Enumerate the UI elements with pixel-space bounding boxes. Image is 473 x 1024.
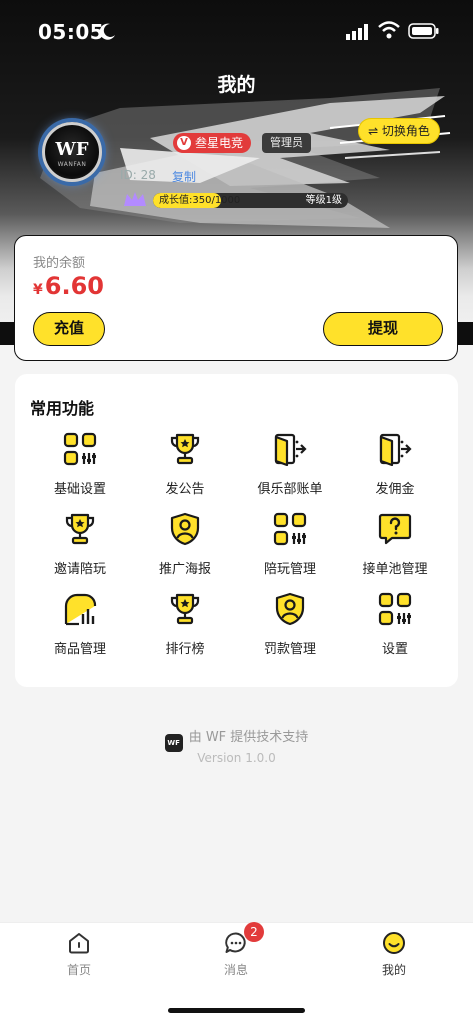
currency-symbol: ¥ — [33, 282, 43, 298]
withdraw-button[interactable]: 提现 — [323, 312, 443, 346]
club-badge: V 叁星电竞 — [173, 133, 252, 153]
function-item[interactable]: 商品管理 — [25, 592, 135, 662]
function-item[interactable]: 罚款管理 — [235, 592, 345, 662]
battery-icon — [408, 23, 439, 39]
function-label: 接单池管理 — [362, 562, 428, 577]
function-label: 邀请陪玩 — [53, 562, 106, 577]
wf-mini-logo-icon: WF — [164, 734, 183, 752]
user-id: ID: 28 — [120, 168, 156, 182]
function-item[interactable]: 发佣金 — [340, 432, 450, 502]
chart-house-icon — [63, 592, 97, 626]
user-shield-icon — [273, 592, 307, 626]
home-indicator — [168, 1008, 305, 1013]
balance-card: 我的余额 ¥6.60 充值 提现 — [14, 235, 458, 361]
function-item[interactable]: 接单池管理 — [340, 512, 450, 582]
recharge-button[interactable]: 充值 — [33, 312, 105, 346]
signal-icon — [346, 24, 368, 40]
tab-messages-label: 消息 — [223, 963, 248, 977]
moon-icon — [99, 23, 115, 40]
role-tag: 管理员 — [262, 133, 311, 153]
question-chat-icon — [378, 512, 412, 546]
level-text: 等级1级 — [305, 195, 342, 206]
growth-progress-bar: 成长值:350/1000 等级1级 — [153, 193, 348, 208]
trophy-icon — [168, 432, 202, 466]
balance-label: 我的余额 — [33, 256, 86, 271]
door-exit-icon — [273, 432, 307, 467]
switch-role-button[interactable]: ⇌ 切换角色 — [358, 118, 440, 144]
function-item[interactable]: 设置 — [340, 592, 450, 662]
balance-amount: ¥6.60 — [33, 272, 104, 300]
page-title: 我的 — [217, 74, 256, 96]
powered-by-text: 由 WF 提供技术支持 — [188, 730, 309, 745]
tab-messages[interactable]: 2 消息 — [186, 922, 286, 981]
tab-mine-label: 我的 — [381, 963, 406, 977]
function-label: 陪玩管理 — [263, 562, 316, 577]
user-shield-icon — [168, 512, 202, 546]
function-item[interactable]: 邀请陪玩 — [25, 512, 135, 582]
function-label: 设置 — [381, 642, 408, 657]
function-label: 发公告 — [165, 482, 205, 497]
function-label: 俱乐部账单 — [257, 482, 323, 497]
status-time: 05:05 — [38, 20, 105, 44]
function-item[interactable]: 俱乐部账单 — [235, 432, 345, 502]
club-name: 叁星电竞 — [195, 136, 244, 150]
wifi-icon — [378, 21, 400, 39]
function-item[interactable]: 推广海报 — [130, 512, 240, 582]
door-exit-icon — [378, 432, 412, 467]
grid-settings-icon — [63, 432, 97, 466]
balance-value: 6.60 — [44, 272, 104, 300]
grid-settings-icon — [378, 592, 412, 626]
function-item[interactable]: 陪玩管理 — [235, 512, 345, 582]
common-functions-card: 常用功能 基础设置 发公告 俱乐部账单 发佣金 邀请陪玩 推广海报 陪玩管理 接… — [15, 374, 458, 687]
function-item[interactable]: 基础设置 — [25, 432, 135, 502]
functions-title: 常用功能 — [30, 399, 95, 418]
tab-home[interactable]: 首页 — [29, 931, 129, 981]
home-icon — [69, 933, 89, 954]
function-label: 商品管理 — [53, 642, 106, 657]
function-label: 发佣金 — [375, 482, 415, 497]
grid-settings-icon — [273, 512, 307, 546]
copy-id-link[interactable]: 复制 — [172, 168, 196, 185]
level-crown-icon — [124, 192, 146, 206]
powered-by: WF 由 WF 提供技术支持 — [0, 726, 473, 752]
tab-home-label: 首页 — [66, 963, 91, 977]
function-label: 基础设置 — [53, 482, 106, 497]
club-logo: WF WANFAN — [42, 122, 102, 182]
logo-subtext: WANFAN — [57, 161, 87, 168]
unread-badge: 2 — [244, 922, 264, 942]
version-text: Version 1.0.0 — [197, 751, 276, 765]
function-label: 罚款管理 — [263, 642, 316, 657]
function-label: 排行榜 — [165, 642, 205, 657]
tab-mine[interactable]: 我的 — [344, 931, 444, 981]
verified-icon: V — [177, 136, 191, 150]
trophy-icon — [168, 592, 202, 626]
growth-text: 成长值:350/1000 — [159, 195, 241, 206]
trophy-icon — [63, 512, 97, 546]
function-label: 推广海报 — [158, 562, 211, 577]
function-item[interactable]: 排行榜 — [130, 592, 240, 662]
status-bar: 05:05 — [0, 0, 473, 60]
function-item[interactable]: 发公告 — [130, 432, 240, 502]
logo-text: WF — [55, 139, 89, 160]
smile-icon — [383, 932, 405, 954]
